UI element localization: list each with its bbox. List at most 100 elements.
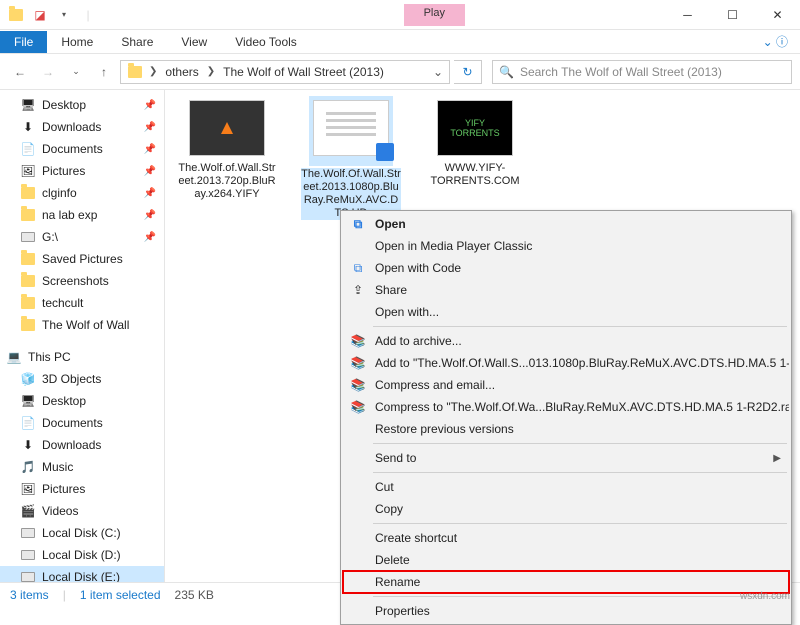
sidebar-item-folder[interactable]: na lab exp📌 — [0, 204, 164, 226]
desktop-icon: 🖥 — [20, 393, 36, 409]
cm-separator — [373, 596, 787, 597]
play-context-tab[interactable]: Play — [404, 4, 465, 26]
chevron-right-icon[interactable]: ❯ — [205, 66, 217, 77]
sidebar-item-drive-e[interactable]: Local Disk (E:) — [0, 566, 164, 582]
cm-send-to[interactable]: Send to▶ — [343, 447, 789, 469]
sidebar-item-folder[interactable]: clginfo📌 — [0, 182, 164, 204]
sidebar-item-desktop[interactable]: 🖥Desktop📌 — [0, 94, 164, 116]
sidebar-item-documents[interactable]: 📄Documents — [0, 412, 164, 434]
sidebar-item-pictures[interactable]: 🖼Pictures — [0, 478, 164, 500]
navigation-pane[interactable]: 🖥Desktop📌 ⬇Downloads📌 📄Documents📌 🖼Pictu… — [0, 90, 165, 582]
winrar-icon: 📚 — [349, 332, 367, 350]
help-dropdown[interactable]: ⌄ ⓘ — [751, 33, 800, 50]
pictures-icon: 🖼 — [20, 481, 36, 497]
address-dropdown[interactable]: ⌄ — [431, 63, 445, 81]
file-item-selected[interactable]: The.Wolf.Of.Wall.Street.2013.1080p.BluRa… — [301, 100, 401, 220]
cm-open-code[interactable]: ⧉Open with Code — [343, 257, 789, 279]
winrar-icon: 📚 — [349, 354, 367, 372]
cm-delete[interactable]: Delete — [343, 549, 789, 571]
tab-video-tools[interactable]: Video Tools — [221, 31, 311, 53]
sidebar-item-folder[interactable]: Saved Pictures — [0, 248, 164, 270]
minimize-button[interactable]: ─ — [665, 0, 710, 30]
tab-file[interactable]: File — [0, 31, 47, 53]
pc-icon: 💻 — [6, 349, 22, 365]
cm-create-shortcut[interactable]: Create shortcut — [343, 527, 789, 549]
vlc-icon — [221, 122, 233, 134]
sidebar-item-downloads[interactable]: ⬇Downloads — [0, 434, 164, 456]
qat-dropdown-icon[interactable]: ▾ — [54, 5, 74, 25]
cm-properties[interactable]: Properties — [343, 600, 789, 622]
sidebar-item-pictures[interactable]: 🖼Pictures📌 — [0, 160, 164, 182]
search-input[interactable]: 🔍 Search The Wolf of Wall Street (2013) — [492, 60, 792, 84]
search-icon: 🔍 — [499, 65, 514, 79]
tab-share[interactable]: Share — [107, 31, 167, 53]
videos-icon: 🎬 — [20, 503, 36, 519]
pictures-icon: 🖼 — [20, 163, 36, 179]
pin-icon: 📌 — [144, 188, 156, 199]
pin-icon: 📌 — [144, 144, 156, 155]
cm-compress-to-email[interactable]: 📚Compress to "The.Wolf.Of.Wa...BluRay.Re… — [343, 396, 789, 418]
folder-icon — [6, 5, 26, 25]
cm-open-mpc[interactable]: Open in Media Player Classic — [343, 235, 789, 257]
sidebar-item-drive-c[interactable]: Local Disk (C:) — [0, 522, 164, 544]
folder-icon — [125, 62, 145, 82]
pin-icon: 📌 — [144, 210, 156, 221]
sidebar-item-folder[interactable]: techcult — [0, 292, 164, 314]
folder-icon — [20, 207, 36, 223]
context-menu: ⧉Open Open in Media Player Classic ⧉Open… — [340, 210, 792, 625]
cm-open-with[interactable]: Open with... — [343, 301, 789, 323]
3d-icon: 🧊 — [20, 371, 36, 387]
sidebar-item-drive-d[interactable]: Local Disk (D:) — [0, 544, 164, 566]
forward-button[interactable]: → — [36, 60, 60, 84]
sidebar-item-music[interactable]: 🎵Music — [0, 456, 164, 478]
tab-view[interactable]: View — [167, 31, 221, 53]
status-selected-count: 1 item selected — [80, 588, 161, 602]
cm-separator — [373, 326, 787, 327]
navigation-bar: ← → ⌄ ↑ ❯ others ❯ The Wolf of Wall Stre… — [0, 54, 800, 90]
address-bar[interactable]: ❯ others ❯ The Wolf of Wall Street (2013… — [120, 60, 450, 84]
breadcrumb-seg[interactable]: others — [161, 63, 202, 81]
cm-compress-email[interactable]: 📚Compress and email... — [343, 374, 789, 396]
sidebar-item-folder[interactable]: The Wolf of Wall — [0, 314, 164, 336]
recent-dropdown[interactable]: ⌄ — [64, 60, 88, 84]
cm-cut[interactable]: Cut — [343, 476, 789, 498]
breadcrumb-seg[interactable]: The Wolf of Wall Street (2013) — [219, 63, 388, 81]
cm-rename[interactable]: Rename — [343, 571, 789, 593]
sidebar-item-3d[interactable]: 🧊3D Objects — [0, 368, 164, 390]
sidebar-item-desktop[interactable]: 🖥Desktop — [0, 390, 164, 412]
sidebar-item-thispc[interactable]: 💻This PC — [0, 346, 164, 368]
downloads-icon: ⬇ — [20, 437, 36, 453]
cm-add-to-rar[interactable]: 📚Add to "The.Wolf.Of.Wall.S...013.1080p.… — [343, 352, 789, 374]
sidebar-item-videos[interactable]: 🎬Videos — [0, 500, 164, 522]
properties-icon[interactable]: ◪ — [30, 5, 50, 25]
drive-icon — [20, 229, 36, 245]
file-item-video[interactable]: The.Wolf.of.Wall.Street.2013.720p.BluRay… — [177, 100, 277, 201]
cm-restore[interactable]: Restore previous versions — [343, 418, 789, 440]
documents-icon: 📄 — [20, 415, 36, 431]
downloads-icon: ⬇ — [20, 119, 36, 135]
quick-access-toolbar: ◪ ▾ | — [0, 5, 104, 25]
sidebar-item-drive[interactable]: G:\📌 — [0, 226, 164, 248]
documents-icon: 📄 — [20, 141, 36, 157]
folder-icon — [20, 273, 36, 289]
sidebar-item-folder[interactable]: Screenshots — [0, 270, 164, 292]
vscode-icon: ⧉ — [349, 215, 367, 233]
cm-share[interactable]: ⇪Share — [343, 279, 789, 301]
back-button[interactable]: ← — [8, 60, 32, 84]
search-placeholder: Search The Wolf of Wall Street (2013) — [520, 65, 722, 79]
maximize-button[interactable]: ☐ — [710, 0, 755, 30]
refresh-button[interactable]: ↻ — [454, 60, 482, 84]
close-button[interactable]: ✕ — [755, 0, 800, 30]
cm-add-archive[interactable]: 📚Add to archive... — [343, 330, 789, 352]
cm-copy[interactable]: Copy — [343, 498, 789, 520]
chevron-right-icon[interactable]: ❯ — [147, 66, 159, 77]
vscode-icon: ⧉ — [349, 259, 367, 277]
sidebar-item-downloads[interactable]: ⬇Downloads📌 — [0, 116, 164, 138]
up-button[interactable]: ↑ — [92, 60, 116, 84]
cm-open[interactable]: ⧉Open — [343, 213, 789, 235]
music-icon: 🎵 — [20, 459, 36, 475]
sidebar-item-documents[interactable]: 📄Documents📌 — [0, 138, 164, 160]
folder-icon — [20, 185, 36, 201]
file-item-image[interactable]: YIFY TORRENTS WWW.YIFY-TORRENTS.COM — [425, 100, 525, 188]
tab-home[interactable]: Home — [47, 31, 107, 53]
